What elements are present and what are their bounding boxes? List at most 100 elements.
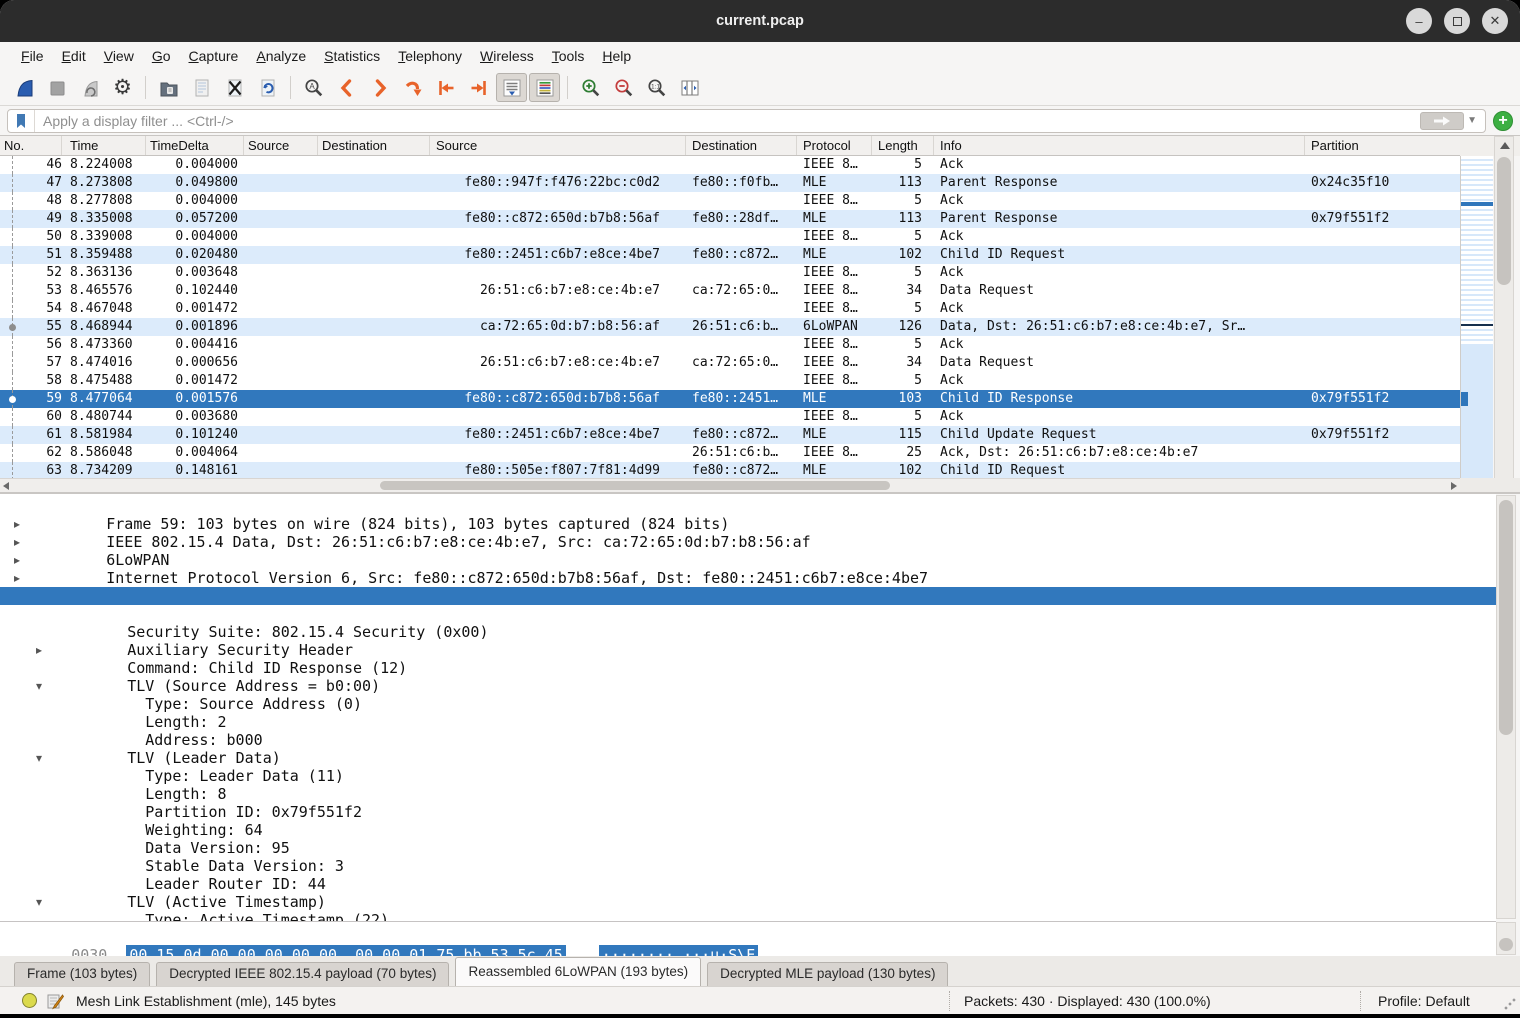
scroll-right-arrow[interactable] — [1451, 482, 1457, 490]
detail-row[interactable]: Address: b000 — [0, 713, 1496, 731]
byte-view-tab[interactable]: Decrypted IEEE 802.15.4 payload (70 byte… — [156, 962, 449, 986]
detail-row[interactable]: ▸Internet Protocol Version 6, Src: fe80:… — [0, 551, 1496, 569]
expert-info-icon[interactable] — [22, 993, 37, 1008]
packet-row[interactable]: 50 8.339008 0.004000 IEEE 8… 5 Ack — [0, 228, 1460, 246]
display-filter-input[interactable] — [35, 113, 1420, 129]
capture-comment-icon[interactable] — [46, 992, 64, 1013]
byte-view-tab[interactable]: Reassembled 6LoWPAN (193 bytes) — [455, 957, 701, 986]
detail-vscrollbar[interactable] — [1496, 495, 1516, 919]
packet-list-hscrollbar[interactable] — [0, 478, 1460, 492]
packet-row[interactable]: 60 8.480744 0.003680 IEEE 8… 5 Ack — [0, 408, 1460, 426]
detail-row[interactable]: ▾TLV (Leader Data) — [0, 731, 1496, 749]
detail-row[interactable]: ▾Mesh Link Establishment — [0, 587, 1496, 605]
detail-row[interactable]: Data Version: 95 — [0, 821, 1496, 839]
detail-row[interactable]: Stable Data Version: 3 — [0, 839, 1496, 857]
column-header[interactable]: Info — [934, 136, 1305, 155]
hex-line[interactable]: 003000 15 0d 00 00 00 00 00 00 00 01 75 … — [0, 927, 1496, 946]
detail-row[interactable]: Command: Child ID Response (12) — [0, 641, 1496, 659]
column-header[interactable]: Destination — [686, 136, 797, 155]
detail-row[interactable]: Length: 8 — [0, 767, 1496, 785]
detail-row[interactable]: Type: Active Timestamp (22) — [0, 893, 1496, 911]
close-file-button[interactable] — [219, 73, 250, 102]
menu-item[interactable]: Analyze — [247, 45, 315, 67]
save-file-button[interactable] — [186, 73, 217, 102]
packet-row[interactable]: 46 8.224008 0.004000 IEEE 8… 5 Ack — [0, 156, 1460, 174]
packet-row[interactable]: 58 8.475488 0.001472 IEEE 8… 5 Ack — [0, 372, 1460, 390]
menu-item[interactable]: File — [12, 45, 53, 67]
packet-minimap[interactable] — [1460, 156, 1493, 478]
byte-view-tab[interactable]: Frame (103 bytes) — [14, 962, 150, 986]
detail-row[interactable]: Leader Router ID: 44 — [0, 857, 1496, 875]
go-back-button[interactable] — [331, 73, 362, 102]
menu-item[interactable]: Wireless — [471, 45, 543, 67]
packet-row[interactable]: 53 8.465576 0.102440 26:51:c6:b7:e8:ce:4… — [0, 282, 1460, 300]
status-profile[interactable]: Profile: Default — [1378, 993, 1470, 1009]
detail-row[interactable]: ▸Auxiliary Security Header — [0, 623, 1496, 641]
open-file-button[interactable] — [153, 73, 184, 102]
packet-row[interactable]: 59 8.477064 0.001576 fe80::c872:650d:b7b… — [0, 390, 1460, 408]
apply-filter-button[interactable] — [1420, 112, 1464, 130]
packet-row[interactable]: 51 8.359488 0.020480 fe80::2451:c6b7:e8c… — [0, 246, 1460, 264]
column-header[interactable]: Destination — [318, 136, 430, 155]
detail-row[interactable]: Security Suite: 802.15.4 Security (0x00) — [0, 605, 1496, 623]
menu-item[interactable]: View — [95, 45, 143, 67]
packet-row[interactable]: 61 8.581984 0.101240 fe80::2451:c6b7:e8c… — [0, 426, 1460, 444]
last-packet-button[interactable] — [463, 73, 494, 102]
stop-capture-button[interactable] — [41, 73, 72, 102]
zoom-in-button[interactable] — [575, 73, 606, 102]
detail-row[interactable]: Type: Source Address (0) — [0, 677, 1496, 695]
packet-row[interactable]: 52 8.363136 0.003648 IEEE 8… 5 Ack — [0, 264, 1460, 282]
resize-grip[interactable] — [1504, 998, 1516, 1010]
add-filter-button[interactable]: + — [1493, 111, 1513, 131]
column-header[interactable]: Partition — [1305, 136, 1460, 155]
column-header[interactable]: Time — [62, 136, 146, 155]
detail-row[interactable]: ▸6LoWPAN — [0, 533, 1496, 551]
column-header[interactable]: Source — [244, 136, 318, 155]
filter-bookmark-button[interactable] — [8, 110, 35, 132]
filter-dropdown-chevron[interactable]: ▼ — [1467, 115, 1477, 126]
find-packet-button[interactable]: A — [298, 73, 329, 102]
scroll-thumb[interactable] — [1499, 500, 1513, 735]
scroll-thumb[interactable] — [1497, 157, 1511, 285]
detail-row[interactable]: Weighting: 64 — [0, 803, 1496, 821]
scroll-up-arrow[interactable] — [1500, 142, 1510, 149]
detail-row[interactable]: Type: Leader Data (11) — [0, 749, 1496, 767]
packet-row[interactable]: 47 8.273808 0.049800 fe80::947f:f476:22b… — [0, 174, 1460, 192]
detail-row[interactable]: Partition ID: 0x79f551f2 — [0, 785, 1496, 803]
packet-row[interactable]: 48 8.277808 0.004000 IEEE 8… 5 Ack — [0, 192, 1460, 210]
detail-row[interactable]: Length: 2 — [0, 695, 1496, 713]
detail-row[interactable]: ▸IEEE 802.15.4 Data, Dst: 26:51:c6:b7:e8… — [0, 515, 1496, 533]
start-capture-button[interactable] — [8, 73, 39, 102]
packet-row[interactable]: 54 8.467048 0.001472 IEEE 8… 5 Ack — [0, 300, 1460, 318]
detail-row[interactable]: ▾TLV (Source Address = b0:00) — [0, 659, 1496, 677]
packet-row[interactable]: 56 8.473360 0.004416 IEEE 8… 5 Ack — [0, 336, 1460, 354]
byte-view-tab[interactable]: Decrypted MLE payload (130 bytes) — [707, 962, 948, 986]
column-header[interactable]: Length — [872, 136, 934, 155]
menu-item[interactable]: Edit — [53, 45, 95, 67]
packet-row[interactable]: 55 8.468944 0.001896 ca:72:65:0d:b7:b8:5… — [0, 318, 1460, 336]
detail-row[interactable]: ▸User Datagram Protocol, Src Port: 19788… — [0, 569, 1496, 587]
minimize-button[interactable]: – — [1406, 8, 1432, 34]
column-header[interactable]: Protocol — [797, 136, 872, 155]
maximize-button[interactable] — [1444, 8, 1470, 34]
scroll-left-arrow[interactable] — [3, 482, 9, 490]
auto-scroll-button[interactable] — [496, 73, 527, 102]
packet-row[interactable]: 62 8.586048 0.004064 26:51:c6:b… IEEE 8…… — [0, 444, 1460, 462]
hex-vscrollbar[interactable] — [1496, 922, 1516, 955]
go-to-packet-button[interactable] — [397, 73, 428, 102]
detail-row[interactable]: ▾TLV (Active Timestamp) — [0, 875, 1496, 893]
packet-row[interactable]: 57 8.474016 0.000656 26:51:c6:b7:e8:ce:4… — [0, 354, 1460, 372]
packet-list-vscrollbar[interactable] — [1494, 136, 1514, 492]
reload-file-button[interactable] — [252, 73, 283, 102]
restart-capture-button[interactable] — [74, 73, 105, 102]
first-packet-button[interactable] — [430, 73, 461, 102]
menu-item[interactable]: Statistics — [315, 45, 389, 67]
zoom-out-button[interactable] — [608, 73, 639, 102]
column-header[interactable]: Source — [430, 136, 686, 155]
hex-dump-pane[interactable]: 003000 15 0d 00 00 00 00 00 00 00 01 75 … — [0, 921, 1496, 956]
menu-item[interactable]: Help — [593, 45, 640, 67]
hscroll-thumb[interactable] — [380, 481, 890, 490]
go-forward-button[interactable] — [364, 73, 395, 102]
packet-row[interactable]: 63 8.734209 0.148161 fe80::505e:f807:7f8… — [0, 462, 1460, 478]
detail-row[interactable]: Length: 8 — [0, 911, 1496, 921]
